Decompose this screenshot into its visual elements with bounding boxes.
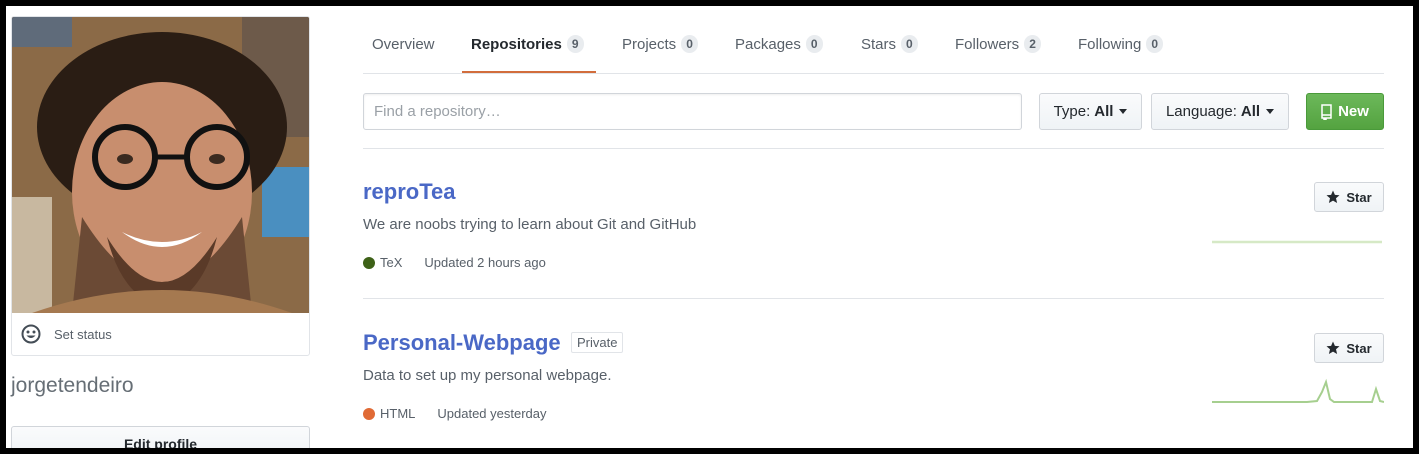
tab-following-label: Following <box>1078 35 1142 53</box>
tab-repositories-label: Repositories <box>471 35 562 53</box>
tab-overview[interactable]: Overview <box>372 33 435 55</box>
star-button[interactable]: Star <box>1314 182 1384 212</box>
avatar[interactable] <box>12 17 309 313</box>
repo-updated: Updated 2 hours ago <box>424 255 546 270</box>
set-status-button[interactable]: Set status <box>12 313 309 355</box>
tab-count: 9 <box>566 35 584 53</box>
tab-following[interactable]: Following 0 <box>1078 33 1164 55</box>
star-button[interactable]: Star <box>1314 333 1384 363</box>
repo-updated: Updated yesterday <box>437 406 547 421</box>
profile-username: jorgetendeiro <box>11 374 134 397</box>
tab-followers[interactable]: Followers 2 <box>955 33 1041 55</box>
repo-language: TeX <box>380 255 403 270</box>
language-filter-label: Language: <box>1165 103 1237 120</box>
language-color-dot <box>363 407 375 420</box>
repo-book-icon <box>1321 103 1332 120</box>
tab-repositories[interactable]: Repositories 9 <box>471 33 584 55</box>
type-filter-label: Type: <box>1053 103 1091 120</box>
star-label: Star <box>1346 340 1372 356</box>
caret-down-icon <box>1119 109 1128 114</box>
tab-overview-label: Overview <box>372 35 435 53</box>
tab-projects[interactable]: Projects 0 <box>622 33 698 55</box>
tab-count: 0 <box>681 35 698 53</box>
tab-count: 0 <box>901 35 918 53</box>
activity-sparkline <box>1212 378 1384 403</box>
new-repository-button[interactable]: New <box>1306 93 1384 130</box>
new-button-label: New <box>1338 103 1369 120</box>
star-icon <box>1326 341 1340 354</box>
repo-language: HTML <box>380 406 416 421</box>
repo-meta: HTML Updated yesterday <box>363 406 547 421</box>
avatar-card: Set status <box>11 16 310 356</box>
language-filter-dropdown[interactable]: Language: All <box>1151 93 1289 130</box>
tab-count: 0 <box>805 35 823 53</box>
profile-tabs: Overview Repositories 9 Projects 0 Packa… <box>363 6 1384 74</box>
tab-followers-label: Followers <box>955 35 1020 53</box>
star-icon <box>1326 190 1340 203</box>
smiley-icon <box>21 324 41 344</box>
tab-stars-label: Stars <box>861 35 897 53</box>
tab-count: 0 <box>1146 35 1164 53</box>
divider <box>363 148 1384 149</box>
repository-search-input[interactable] <box>363 93 1022 130</box>
language-color-dot <box>363 256 375 269</box>
set-status-label: Set status <box>54 326 112 342</box>
active-tab-underline <box>462 71 596 73</box>
profile-page: Set status jorgetendeiro Edit profile Ov… <box>6 6 1413 448</box>
tab-stars[interactable]: Stars 0 <box>861 33 918 55</box>
language-filter-value: All <box>1240 103 1261 120</box>
repo-meta: TeX Updated 2 hours ago <box>363 255 546 270</box>
private-badge: Private <box>571 332 624 353</box>
tab-packages[interactable]: Packages 0 <box>735 33 823 55</box>
type-filter-dropdown[interactable]: Type: All <box>1039 93 1142 130</box>
repo-description: Data to set up my personal webpage. <box>363 367 612 384</box>
tab-packages-label: Packages <box>735 35 801 53</box>
repo-description: We are noobs trying to learn about Git a… <box>363 216 697 233</box>
tab-count: 2 <box>1024 35 1041 53</box>
activity-sparkline <box>1212 240 1382 244</box>
repo-name-link[interactable]: reproTea <box>363 179 456 205</box>
repo-name-link[interactable]: Personal-Webpage <box>363 330 561 356</box>
tab-projects-label: Projects <box>622 35 677 53</box>
type-filter-value: All <box>1094 103 1114 120</box>
star-label: Star <box>1346 189 1372 205</box>
edit-profile-button[interactable]: Edit profile <box>11 426 310 448</box>
divider <box>363 298 1384 299</box>
caret-down-icon <box>1266 109 1275 114</box>
